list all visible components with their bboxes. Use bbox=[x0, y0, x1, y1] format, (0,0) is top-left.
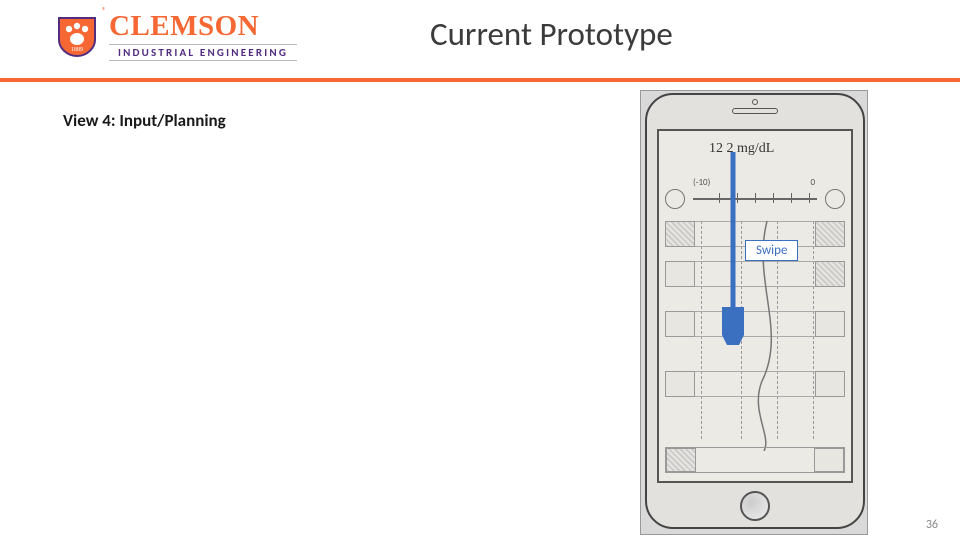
tick-icon bbox=[719, 193, 720, 203]
page-number: 36 bbox=[926, 518, 938, 532]
brand-department: INDUSTRIAL ENGINEERING bbox=[109, 44, 297, 61]
registered-mark: ® bbox=[102, 6, 106, 16]
right-cell-icon bbox=[815, 261, 845, 287]
brand-year: 1889 bbox=[71, 47, 83, 53]
speaker-icon bbox=[732, 108, 778, 114]
home-button-icon bbox=[740, 491, 770, 521]
phone-screen: 12 2 mg/dL (-10) 0 bbox=[657, 129, 853, 483]
page-title: Current Prototype bbox=[430, 14, 673, 54]
tick-icon bbox=[809, 193, 810, 203]
left-knob-icon bbox=[665, 189, 685, 209]
left-cell-icon bbox=[666, 448, 696, 472]
left-cell-icon bbox=[665, 221, 695, 247]
right-knob-icon bbox=[825, 189, 845, 209]
bottom-row bbox=[665, 447, 845, 473]
tick-icon bbox=[773, 193, 774, 203]
swipe-label: Swipe bbox=[745, 240, 798, 261]
brand-logo: 1889 ® CLEMSON INDUSTRIAL ENGINEERING bbox=[0, 12, 297, 61]
left-cell-icon bbox=[665, 261, 695, 287]
right-cell-icon bbox=[815, 371, 845, 397]
right-cell-icon bbox=[815, 311, 845, 337]
brand-text: CLEMSON INDUSTRIAL ENGINEERING bbox=[109, 12, 297, 61]
subtitle: View 4: Input/Planning bbox=[63, 110, 226, 131]
slide: 1889 ® CLEMSON INDUSTRIAL ENGINEERING Cu… bbox=[0, 0, 960, 540]
swipe-arrow-icon bbox=[722, 150, 744, 345]
brand-name: CLEMSON bbox=[109, 12, 297, 41]
phone-body: 12 2 mg/dL (-10) 0 bbox=[645, 93, 865, 529]
right-cell-icon bbox=[815, 221, 845, 247]
camera-icon bbox=[752, 99, 758, 105]
paw-shield-icon: 1889 bbox=[55, 14, 99, 58]
right-cell-icon bbox=[814, 448, 844, 472]
screen-sketch: 12 2 mg/dL (-10) 0 bbox=[659, 131, 851, 481]
tick-icon bbox=[755, 193, 756, 203]
tick-icon bbox=[791, 193, 792, 203]
divider bbox=[0, 78, 960, 82]
left-cell-icon bbox=[665, 311, 695, 337]
axis-left-label: (-10) bbox=[693, 177, 710, 188]
phone-mockup: 12 2 mg/dL (-10) 0 bbox=[640, 90, 868, 535]
left-cell-icon bbox=[665, 371, 695, 397]
axis-right-label: 0 bbox=[810, 177, 815, 188]
